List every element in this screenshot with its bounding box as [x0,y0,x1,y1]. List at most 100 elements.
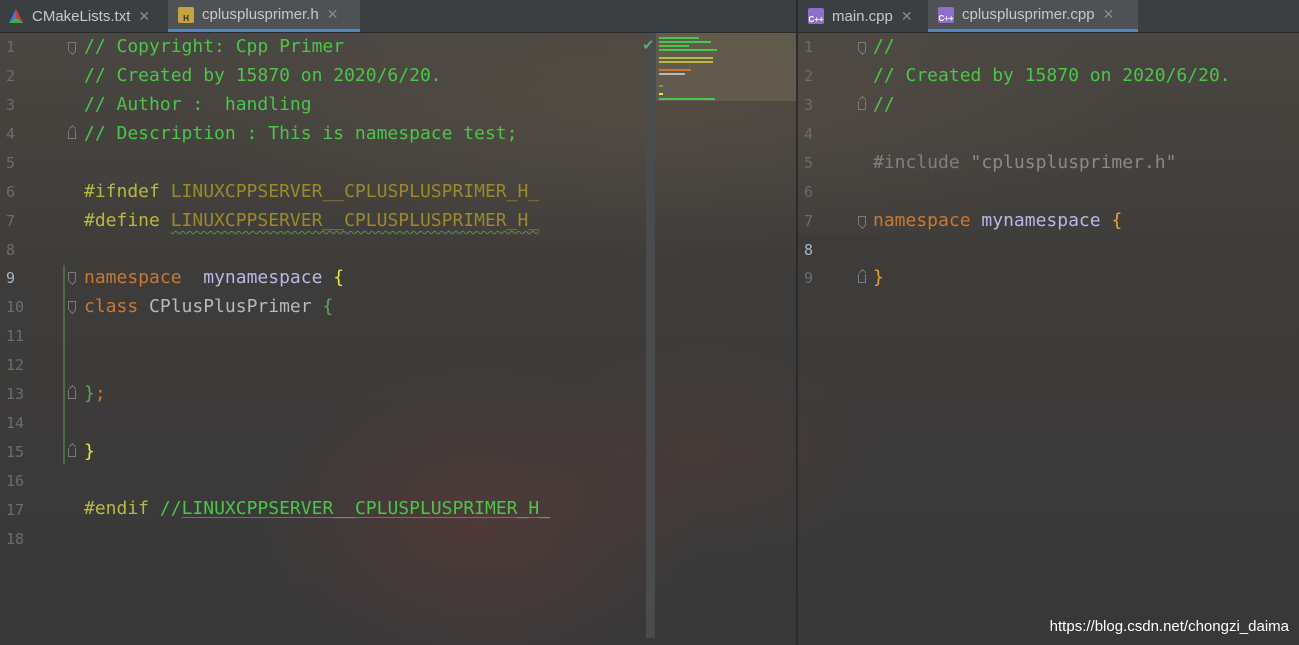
keyword: class [84,296,139,317]
fold-end-marker-icon[interactable] [68,130,76,139]
check-icon[interactable]: ✔ [642,36,655,54]
minimap-line [659,93,663,95]
preprocessor-directive: #endif [84,498,150,519]
left-tab-bar: CMakeLists.txt ✕ H cplusplusprimer.h ✕ [0,0,796,33]
namespace-name: mynamespace [203,267,323,288]
line-number: 7 [804,212,814,230]
code-line-1[interactable]: // Copyright: Cpp Primer [84,32,344,61]
line-number: 5 [804,154,814,172]
code-line-9[interactable]: } [873,263,884,292]
line-number: 14 [6,414,25,432]
code-line-2[interactable]: // Created by 15870 on 2020/6/20. [873,61,1231,90]
minimap-line [659,49,717,51]
close-icon[interactable]: ✕ [327,6,339,23]
code-line-4[interactable]: // Description : This is namespace test; [84,119,517,148]
tab-cplusplusprimer-cpp[interactable]: C++ cplusplusprimer.cpp ✕ [928,0,1138,32]
fold-marker-icon[interactable] [858,216,866,225]
code-minimap[interactable] [656,33,796,101]
fold-marker-icon[interactable] [858,42,866,51]
line-number: 15 [6,443,25,461]
close-icon[interactable]: ✕ [901,8,913,25]
watermark-url: https://blog.csdn.net/chongzi_daima [1049,618,1289,635]
code-line-3[interactable]: // Author : handling [84,90,312,119]
cpp-file-icon: C++ [808,8,824,24]
code-line-17[interactable]: #endif //LINUXCPPSERVER__CPLUSPLUSPRIMER… [84,494,550,523]
tab-cplusplusprimer-h[interactable]: H cplusplusprimer.h ✕ [168,0,360,32]
line-number: 3 [6,96,16,114]
brace: { [333,267,345,288]
macro-name: LINUXCPPSERVER__CPLUSPLUSPRIMER_H_ [170,210,540,231]
line-number-current: 8 [804,241,814,259]
minimap-line [659,85,663,87]
line-number: 2 [6,67,16,85]
code-line-7[interactable]: #define LINUXCPPSERVER__CPLUSPLUSPRIMER_… [84,206,539,235]
tab-cmakelists[interactable]: CMakeLists.txt ✕ [8,0,168,32]
minimap-line [659,45,689,47]
fold-end-marker-icon[interactable] [858,101,866,110]
code-line-5[interactable]: #include "cplusplusprimer.h" [873,148,1176,177]
fold-marker-icon[interactable] [68,42,76,51]
line-number: 7 [6,212,16,230]
include-directive: #include [873,152,960,173]
line-number: 8 [6,241,16,259]
comment-macro: LINUXCPPSERVER__CPLUSPLUSPRIMER_H_ [181,498,551,519]
fold-end-marker-icon[interactable] [68,390,76,399]
line-number: 2 [804,67,814,85]
brace: { [322,296,334,317]
namespace-name: mynamespace [981,210,1101,231]
code-line-10[interactable]: class CPlusPlusPrimer { [84,292,333,321]
code-line-2[interactable]: // Created by 15870 on 2020/6/20. [84,61,442,90]
line-number: 10 [6,298,25,316]
tab-label: cplusplusprimer.cpp [962,6,1095,23]
minimap-line [659,57,713,59]
close-icon[interactable]: ✕ [1103,6,1115,23]
code-line-9[interactable]: namespace mynamespace { [84,263,344,292]
tab-label: cplusplusprimer.h [202,6,319,23]
vertical-scrollbar[interactable] [646,33,655,638]
fold-end-marker-icon[interactable] [858,274,866,283]
minimap-line [659,98,715,100]
line-number: 16 [6,472,25,490]
brace: } [84,383,95,404]
tab-main-cpp[interactable]: C++ main.cpp ✕ [808,0,930,32]
comment: // [159,498,182,519]
line-number: 6 [804,183,814,201]
line-number: 6 [6,183,16,201]
brace: } [873,267,884,288]
line-number: 4 [6,125,16,143]
line-number: 18 [6,530,25,548]
brace: { [1111,210,1123,231]
header-file-icon: H [178,6,194,23]
current-line-highlight [798,234,1299,263]
line-number: 11 [6,327,25,345]
line-number: 9 [804,269,814,287]
macro-name: LINUXCPPSERVER__CPLUSPLUSPRIMER_H_ [170,181,540,202]
fold-end-marker-icon[interactable] [68,448,76,457]
line-number: 1 [804,38,814,56]
code-line-15[interactable]: } [84,437,95,466]
close-icon[interactable]: ✕ [138,8,150,25]
cmake-icon [8,8,24,24]
minimap-line [659,69,691,71]
editor-split-divider[interactable] [796,0,798,645]
tab-label: main.cpp [832,7,893,25]
code-line-1[interactable]: // [873,32,895,61]
line-number: 3 [804,96,814,114]
line-number: 13 [6,385,25,403]
fold-marker-icon[interactable] [68,272,76,281]
preprocessor-directive: #ifndef [84,181,160,202]
fold-marker-icon[interactable] [68,301,76,310]
code-line-13[interactable]: }; [84,379,106,408]
semicolon: ; [94,383,106,404]
vcs-change-marker[interactable] [63,265,65,464]
code-line-7[interactable]: namespace mynamespace { [873,206,1122,235]
line-number: 4 [804,125,814,143]
code-line-3[interactable]: // [873,90,895,119]
line-number: 17 [6,501,25,519]
minimap-line [659,37,699,39]
right-tab-bar: C++ main.cpp ✕ C++ cplusplusprimer.cpp ✕ [798,0,1299,33]
code-line-6[interactable]: #ifndef LINUXCPPSERVER__CPLUSPLUSPRIMER_… [84,177,539,206]
keyword: namespace [84,267,182,288]
brace: } [84,441,95,462]
tab-label: CMakeLists.txt [32,7,131,25]
